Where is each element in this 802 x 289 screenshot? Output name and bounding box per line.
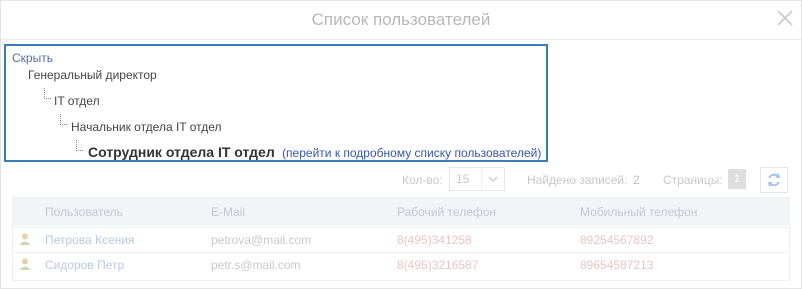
found-count: 2 [633, 173, 640, 187]
tree-connector [44, 88, 51, 99]
tree-connector [60, 114, 67, 125]
user-name-link[interactable]: Сидоров Петр [45, 258, 124, 272]
page-size-value: 15 [456, 172, 470, 186]
table-row[interactable]: Петрова Ксения petrova@mail.com 8(495)34… [13, 227, 789, 252]
user-mobile-phone: 89654587213 [580, 258, 654, 272]
user-name-link[interactable]: Петрова Ксения [45, 233, 134, 247]
found-label: Найдено записей: [527, 173, 628, 187]
tree-node-current: Сотрудник отдела IT отдел (перейти к под… [88, 144, 541, 160]
dialog-title: Список пользователей [1, 1, 801, 40]
chevron-down-icon [481, 168, 504, 190]
user-email: petr.s@mail.com [211, 258, 301, 272]
tree-node-director[interactable]: Генеральный директор [28, 68, 157, 82]
hierarchy-panel: Скрыть Генеральный директор IT отдел Нач… [4, 44, 548, 162]
user-email: petrova@mail.com [211, 233, 312, 247]
list-toolbar: Кол-во: 15 Найдено записей: 2 Страницы: … [1, 167, 801, 193]
page-size-select[interactable]: 15 [449, 167, 505, 191]
user-icon [19, 233, 31, 245]
pages-label: Страницы: [663, 173, 723, 187]
tree-node-it-department[interactable]: IT отдел [54, 94, 100, 108]
details-link[interactable]: (перейти к подробному списку пользовател… [282, 146, 541, 160]
close-icon[interactable] [776, 9, 794, 27]
hide-link[interactable]: Скрыть [12, 51, 53, 65]
table-header: Пользователь E-Mail Рабочий телефон Моби… [13, 198, 789, 226]
user-icon [19, 258, 31, 270]
current-node-label: Сотрудник отдела IT отдел [88, 144, 275, 160]
refresh-icon [768, 173, 780, 187]
user-work-phone: 8(495)341258 [397, 233, 472, 247]
table-row[interactable]: Сидоров Петр petr.s@mail.com 8(495)32165… [13, 252, 789, 277]
user-mobile-phone: 89254567892 [580, 233, 654, 247]
users-table: Пользователь E-Mail Рабочий телефон Моби… [12, 197, 790, 281]
user-work-phone: 8(495)3216587 [397, 258, 479, 272]
tree-node-it-head[interactable]: Начальник отдела IT отдел [71, 120, 222, 134]
refresh-button[interactable] [760, 167, 788, 193]
column-email[interactable]: E-Mail [211, 205, 245, 219]
column-user[interactable]: Пользователь [45, 205, 123, 219]
users-dialog: Список пользователей Скрыть Генеральный … [0, 0, 802, 289]
count-label: Кол-во: [402, 173, 443, 187]
column-work-phone[interactable]: Рабочий телефон [397, 205, 496, 219]
tree-connector [76, 140, 83, 151]
page-button-current[interactable]: 1 [728, 169, 746, 189]
column-mobile[interactable]: Мобильный телефон [580, 205, 697, 219]
